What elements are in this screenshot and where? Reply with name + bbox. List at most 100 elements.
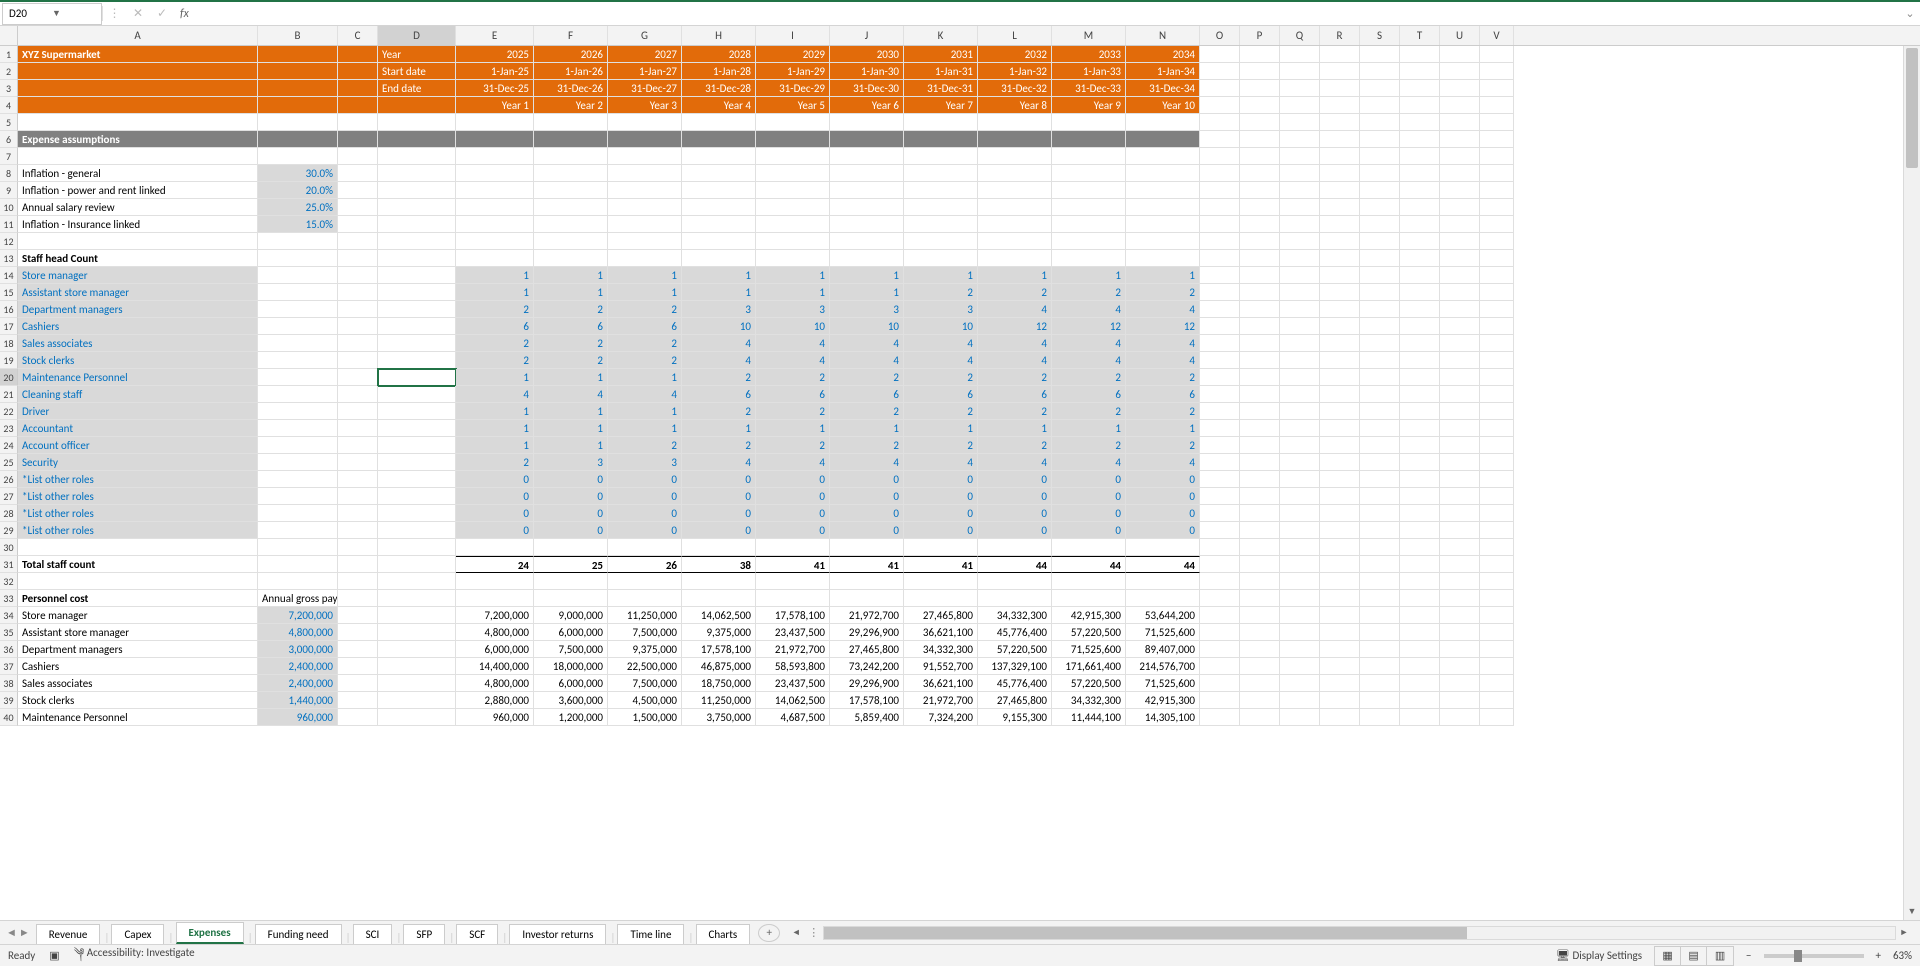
cell[interactable] [1280,114,1320,131]
cell[interactable] [258,267,338,284]
cell[interactable]: 5,859,400 [830,709,904,726]
vertical-scrollbar[interactable]: ▲ ▼ [1903,46,1920,920]
cell[interactable] [1280,369,1320,386]
cell[interactable] [1360,80,1400,97]
cell[interactable]: 31-Dec-32 [978,80,1052,97]
cell[interactable] [1360,233,1400,250]
cell[interactable] [1480,148,1514,165]
col-header-E[interactable]: E [456,26,534,45]
cell[interactable] [1240,182,1280,199]
cell[interactable] [338,335,378,352]
cell[interactable]: 0 [904,471,978,488]
cell[interactable]: 34,332,300 [904,641,978,658]
cell[interactable] [682,148,756,165]
cell[interactable] [258,488,338,505]
cell[interactable]: Total staff count [18,556,258,573]
cell[interactable] [258,556,338,573]
cell[interactable] [1440,318,1480,335]
cell[interactable] [1320,352,1360,369]
cell[interactable] [1280,318,1320,335]
cell[interactable]: 2 [608,437,682,454]
cell[interactable]: 9,155,300 [978,709,1052,726]
cell[interactable] [338,46,378,63]
cell[interactable]: 1 [608,267,682,284]
cell[interactable]: 1 [456,284,534,301]
cell[interactable] [378,675,456,692]
cell[interactable] [1280,437,1320,454]
cell[interactable] [978,148,1052,165]
cell[interactable]: Personnel cost [18,590,258,607]
cell[interactable]: 4 [904,454,978,471]
cell[interactable] [978,573,1052,590]
cell[interactable] [1320,233,1360,250]
cell[interactable] [1240,46,1280,63]
col-header-D[interactable]: D [378,26,456,45]
cell[interactable] [1280,420,1320,437]
tab-nav-prev-icon[interactable]: ◄ [6,926,17,939]
page-break-view-button[interactable]: ▥ [1707,947,1733,965]
cell[interactable]: 4 [978,335,1052,352]
cell[interactable] [1320,131,1360,148]
cell[interactable] [1320,556,1360,573]
cell[interactable] [1320,80,1360,97]
cell[interactable]: 17,578,100 [756,607,830,624]
col-header-P[interactable]: P [1240,26,1280,45]
cell[interactable]: 0 [830,522,904,539]
cell[interactable] [756,250,830,267]
cell[interactable]: 4 [756,454,830,471]
cell[interactable] [756,114,830,131]
cell[interactable]: 3,750,000 [682,709,756,726]
cell[interactable] [1280,573,1320,590]
cell[interactable] [1400,403,1440,420]
cell[interactable]: 23,437,500 [756,624,830,641]
cell[interactable] [258,403,338,420]
cell[interactable] [1480,709,1514,726]
cell[interactable]: 4 [756,335,830,352]
cell[interactable]: 38 [682,556,756,573]
cell[interactable]: 31-Dec-28 [682,80,756,97]
cell[interactable] [338,148,378,165]
cell[interactable] [1400,369,1440,386]
cell[interactable]: 2033 [1052,46,1126,63]
cell[interactable] [608,233,682,250]
cell[interactable]: 6 [1052,386,1126,403]
cell[interactable]: Inflation - Insurance linked [18,216,258,233]
cell[interactable] [378,590,456,607]
cell[interactable] [1200,675,1240,692]
cell[interactable] [1200,250,1240,267]
cell[interactable]: 2032 [978,46,1052,63]
cell[interactable] [1400,318,1440,335]
cell[interactable]: 2026 [534,46,608,63]
cell[interactable] [1400,692,1440,709]
cell[interactable]: 0 [830,471,904,488]
cell[interactable]: 36,621,100 [904,675,978,692]
cell[interactable]: 0 [1126,505,1200,522]
cell[interactable] [830,539,904,556]
cell[interactable] [1440,369,1480,386]
cell[interactable]: 18,750,000 [682,675,756,692]
cell[interactable] [1440,692,1480,709]
cell[interactable] [1440,624,1480,641]
cell[interactable]: 14,062,500 [756,692,830,709]
name-box[interactable]: D20 ▼ [2,3,102,25]
cell[interactable]: 2 [456,335,534,352]
cell[interactable]: 12 [978,318,1052,335]
page-layout-view-button[interactable]: ▤ [1681,947,1707,965]
cell[interactable]: Inflation - power and rent linked [18,182,258,199]
cell[interactable]: 960,000 [456,709,534,726]
cell[interactable] [1126,114,1200,131]
cell[interactable]: 1 [608,403,682,420]
cell[interactable] [258,573,338,590]
cell[interactable]: 3 [904,301,978,318]
cell[interactable] [1240,590,1280,607]
zoom-in-button[interactable]: + [1876,949,1881,962]
cell[interactable] [1480,607,1514,624]
cell[interactable] [682,233,756,250]
cell[interactable] [1440,97,1480,114]
cell[interactable]: 45,776,400 [978,624,1052,641]
cell[interactable] [1480,284,1514,301]
cell[interactable]: 0 [904,522,978,539]
cell[interactable] [378,709,456,726]
cell[interactable] [378,420,456,437]
cell[interactable] [1240,420,1280,437]
